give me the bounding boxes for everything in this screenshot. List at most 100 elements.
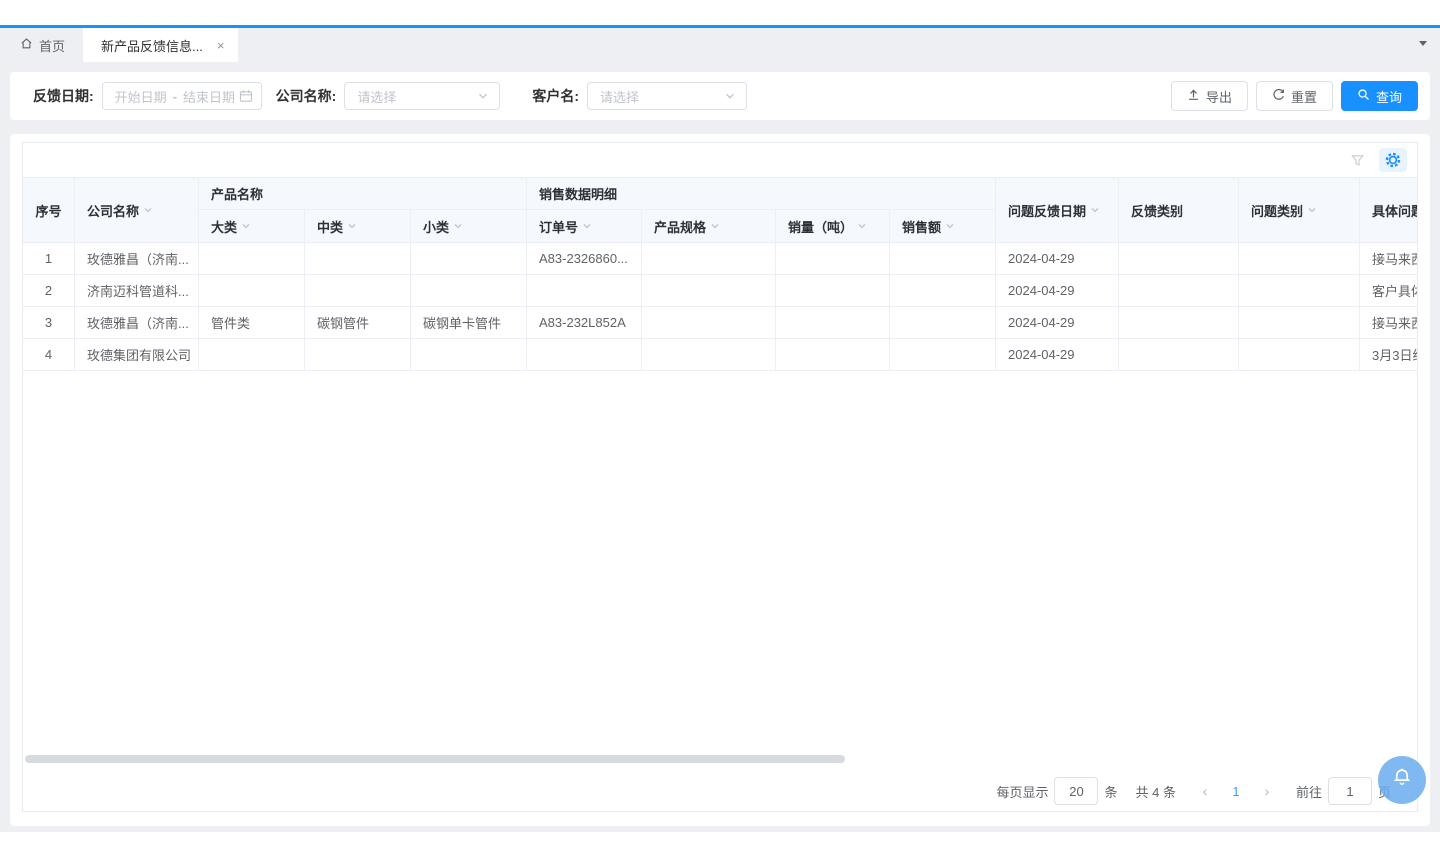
- upload-icon: [1187, 88, 1200, 104]
- search-icon: [1357, 88, 1370, 104]
- cell-question_detail: 接马来西: [1360, 307, 1417, 339]
- cell-amount: [890, 243, 996, 275]
- notification-bell-button[interactable]: [1378, 756, 1426, 804]
- calendar-icon: [239, 89, 253, 103]
- cell-feedback_date: 2024-04-29: [996, 275, 1119, 307]
- cell-order_no: [527, 339, 642, 371]
- date-range-picker[interactable]: 开始日期 - 结束日期: [102, 82, 262, 110]
- query-button[interactable]: 查询: [1341, 81, 1418, 111]
- home-icon: [20, 37, 33, 53]
- sort-caret-icon: [710, 219, 720, 234]
- company-select[interactable]: 请选择: [344, 82, 500, 110]
- date-end-placeholder: 结束日期: [183, 87, 235, 106]
- table-row: 4玫德集团有限公司2024-04-293月3日经: [23, 339, 1417, 371]
- cell-cat_minor: [411, 243, 527, 275]
- per-page-input[interactable]: [1054, 777, 1098, 805]
- filter-funnel-icon[interactable]: [1350, 153, 1365, 168]
- column-header-company[interactable]: 公司名称: [75, 177, 199, 243]
- table-body: 1玫德雅昌（济南... A83-2326860... 2024-04-29 接马来西 2…: [23, 243, 1417, 371]
- column-header-feedback_date[interactable]: 问题反馈日期: [996, 177, 1119, 243]
- cell-seq: 3: [23, 307, 75, 339]
- cell-cat_mid: [305, 243, 411, 275]
- column-header-question_detail: 具体问题: [1360, 177, 1417, 243]
- goto-label: 前往: [1296, 782, 1322, 801]
- cell-company: 玫德集团有限公司: [75, 339, 199, 371]
- sort-caret-icon: [143, 203, 153, 218]
- cell-company: 玫德雅昌（济南...: [75, 243, 199, 275]
- top-whitespace: [0, 0, 1440, 25]
- column-header-order_no[interactable]: 订单号: [527, 210, 642, 243]
- cell-cat_major: [199, 243, 305, 275]
- table-row: 1玫德雅昌（济南... A83-2326860... 2024-04-29 接马来西: [23, 243, 1417, 275]
- export-button[interactable]: 导出: [1171, 81, 1248, 111]
- cell-order_no: A83-2326860...: [527, 243, 642, 275]
- column-header-cat_major[interactable]: 大类: [199, 210, 305, 243]
- total-count: 共 4 条: [1136, 782, 1176, 801]
- customer-select-placeholder: 请选择: [600, 87, 639, 106]
- per-page-label: 每页显示: [996, 782, 1048, 801]
- tab-home[interactable]: 首页: [0, 28, 83, 62]
- cell-feedback_date: 2024-04-29: [996, 243, 1119, 275]
- column-header-seq: 序号: [23, 177, 75, 243]
- cell-order_no: [527, 275, 642, 307]
- cell-question_detail: 客户具体: [1360, 275, 1417, 307]
- date-separator: -: [173, 89, 177, 104]
- feedback-date-label: 反馈日期:: [33, 86, 94, 106]
- next-page-icon[interactable]: ›: [1252, 783, 1282, 799]
- page-number-1[interactable]: 1: [1220, 784, 1252, 799]
- column-header-amount[interactable]: 销售额: [890, 210, 996, 243]
- sort-caret-icon: [857, 219, 867, 234]
- horizontal-scrollbar[interactable]: [25, 755, 845, 763]
- cell-question_detail: 接马来西: [1360, 243, 1417, 275]
- table-scroll-area: 序号公司名称产品名称销售数据明细问题反馈日期反馈类别问题类别具体问题大类中类小类…: [23, 177, 1417, 751]
- tab-active[interactable]: 新产品反馈信息... ×: [83, 28, 238, 62]
- column-header-qty[interactable]: 销量（吨）: [776, 210, 890, 243]
- customer-name-label: 客户名:: [532, 86, 579, 106]
- tab-bar: 首页 新产品反馈信息... ×: [0, 28, 1440, 62]
- table-toolbar: [23, 143, 1417, 177]
- cell-feedback_type: [1119, 243, 1239, 275]
- cell-amount: [890, 275, 996, 307]
- pagination: 每页显示 条 共 4 条 ‹ 1 › 前往 页: [996, 774, 1391, 808]
- cell-spec: [642, 307, 776, 339]
- app-window: 首页 新产品反馈信息... × 反馈日期: 开始日期 - 结束日期 公司名称: …: [0, 0, 1440, 860]
- sort-caret-icon: [347, 219, 357, 234]
- sort-caret-icon: [1090, 203, 1100, 218]
- cell-qty: [776, 339, 890, 371]
- column-header-question_type[interactable]: 问题类别: [1239, 177, 1360, 243]
- cell-feedback_type: [1119, 339, 1239, 371]
- cell-cat_minor: [411, 339, 527, 371]
- tab-options-caret-icon[interactable]: [1419, 41, 1427, 46]
- date-start-placeholder: 开始日期: [115, 87, 167, 106]
- cell-seq: 1: [23, 243, 75, 275]
- cell-seq: 2: [23, 275, 75, 307]
- cell-company: 玫德雅昌（济南...: [75, 307, 199, 339]
- tab-close-icon[interactable]: ×: [217, 39, 225, 52]
- per-page-unit: 条: [1104, 782, 1117, 801]
- cell-qty: [776, 275, 890, 307]
- chevron-down-icon: [724, 90, 736, 102]
- column-header-feedback_type: 反馈类别: [1119, 177, 1239, 243]
- cell-seq: 4: [23, 339, 75, 371]
- cell-amount: [890, 307, 996, 339]
- cell-feedback_date: 2024-04-29: [996, 339, 1119, 371]
- reset-button[interactable]: 重置: [1256, 81, 1333, 111]
- table-row: 3玫德雅昌（济南...管件类碳钢管件碳钢单卡管件A83-232L852A2024…: [23, 307, 1417, 339]
- column-header-cat_mid[interactable]: 中类: [305, 210, 411, 243]
- cell-cat_major: [199, 339, 305, 371]
- column-header-cat_minor[interactable]: 小类: [411, 210, 527, 243]
- group-header-sales: 销售数据明细: [527, 177, 996, 210]
- column-settings-gear-icon[interactable]: [1379, 148, 1407, 172]
- export-button-label: 导出: [1206, 87, 1232, 106]
- cell-question_type: [1239, 339, 1360, 371]
- goto-page-input[interactable]: [1328, 777, 1372, 805]
- tab-home-label: 首页: [39, 36, 65, 55]
- cell-question_type: [1239, 275, 1360, 307]
- cell-spec: [642, 243, 776, 275]
- prev-page-icon[interactable]: ‹: [1190, 783, 1220, 799]
- column-header-spec[interactable]: 产品规格: [642, 210, 776, 243]
- chevron-down-icon: [477, 90, 489, 102]
- customer-select[interactable]: 请选择: [587, 82, 747, 110]
- cell-feedback_date: 2024-04-29: [996, 307, 1119, 339]
- bell-icon: [1390, 766, 1414, 795]
